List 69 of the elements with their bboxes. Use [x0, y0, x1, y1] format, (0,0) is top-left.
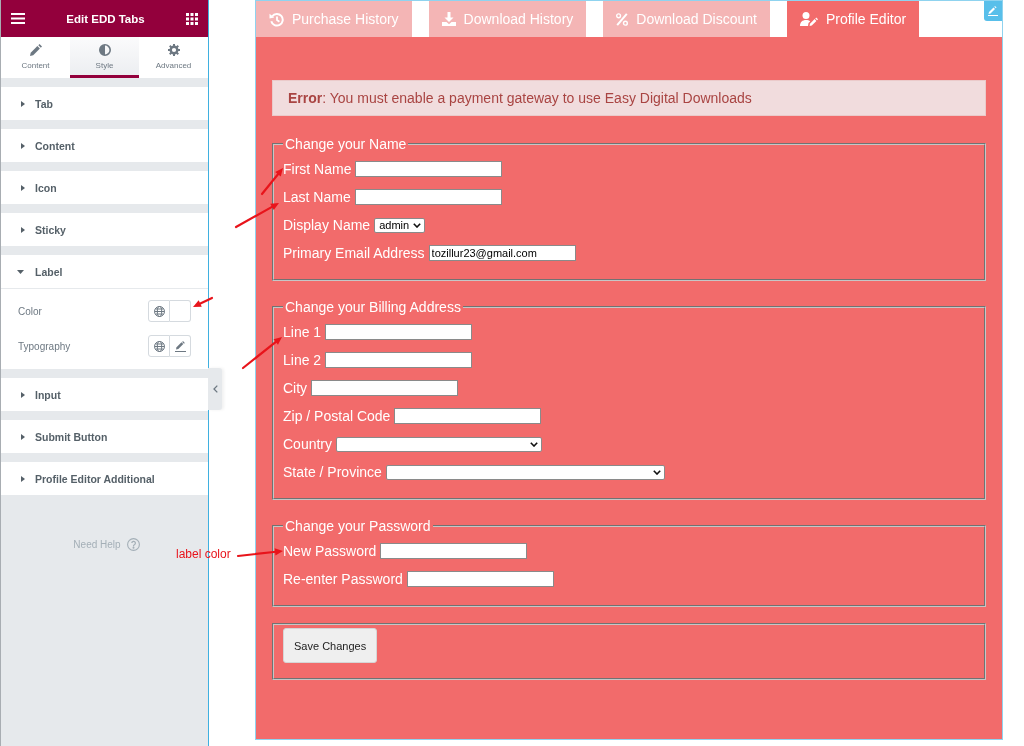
select-field[interactable] — [336, 436, 543, 452]
field-label: Line 1 — [283, 323, 322, 342]
section-header[interactable]: Label — [1, 255, 208, 288]
field-label: Primary Email Address — [283, 244, 425, 263]
input-field[interactable]: tozillur23@gmail.com — [428, 245, 576, 261]
chevron-left-icon — [212, 385, 218, 393]
contrast-icon — [98, 44, 111, 56]
control-label: Color — [18, 305, 42, 317]
annotation-arrow — [191, 296, 214, 309]
section-legend: Change your Billing Address — [283, 297, 463, 317]
select-field[interactable] — [385, 464, 665, 480]
field-label: Country — [283, 435, 333, 454]
global-settings-button[interactable] — [148, 335, 170, 357]
save-button[interactable]: Save Changes — [283, 628, 378, 663]
section-legend: Change your Password — [283, 516, 433, 536]
field-label: Line 2 — [283, 351, 322, 370]
input-field[interactable] — [406, 571, 554, 587]
percent-icon — [616, 12, 629, 26]
grid-icon[interactable] — [186, 12, 198, 25]
global-settings-button[interactable] — [148, 300, 170, 322]
field-label: New Password — [283, 542, 377, 561]
input-field[interactable] — [394, 408, 542, 424]
annotation-arrow — [236, 546, 285, 558]
annotation-arrow — [234, 201, 281, 229]
input-field[interactable] — [325, 352, 473, 368]
chevron-down-icon — [413, 222, 422, 228]
gear-icon — [167, 44, 180, 56]
section-header[interactable]: Icon — [1, 171, 208, 204]
input-field[interactable] — [355, 161, 503, 177]
field-label: Zip / Postal Code — [283, 407, 391, 426]
field-label: Display Name — [283, 216, 371, 235]
field-label: City — [283, 379, 308, 398]
globe-icon — [153, 340, 165, 352]
chevron-down-icon — [530, 441, 539, 447]
section-header[interactable]: Submit Button — [1, 420, 208, 453]
download-icon — [441, 12, 456, 26]
section-header[interactable]: Content — [1, 129, 208, 162]
section-legend: Change your Name — [283, 134, 409, 154]
field-label: Last Name — [283, 188, 351, 207]
panel-tab[interactable]: Style — [70, 37, 139, 78]
user-edit-icon — [799, 12, 818, 26]
section-header[interactable]: Tab — [1, 87, 208, 120]
field-label: State / Province — [283, 463, 382, 482]
pencil-icon — [988, 6, 998, 16]
input-field[interactable] — [380, 543, 528, 559]
history-icon — [269, 11, 284, 27]
control-label: Typography — [18, 340, 71, 352]
chevron-down-icon — [652, 469, 661, 475]
field-label: Re-enter Password — [283, 570, 403, 589]
edit-button[interactable] — [170, 335, 191, 357]
select-field[interactable]: admin — [374, 217, 426, 233]
panel-title: Edit EDD Tabs — [66, 12, 145, 25]
menu-icon[interactable] — [11, 13, 25, 24]
annotation-arrow — [260, 166, 285, 196]
section-header[interactable]: Sticky — [1, 213, 208, 246]
input-field[interactable] — [311, 380, 459, 396]
section-header[interactable]: Input — [1, 378, 208, 411]
input-field[interactable] — [354, 189, 502, 205]
annotation-arrow — [241, 335, 284, 370]
error-notice: Error: You must enable a payment gateway to use Easy Digital Downloads — [272, 80, 986, 116]
help-icon — [126, 538, 140, 551]
input-field[interactable] — [325, 324, 473, 340]
edit-button[interactable] — [984, 1, 1002, 21]
color-picker-button[interactable] — [170, 300, 191, 322]
field-label: First Name — [283, 160, 352, 179]
pencil-icon — [29, 44, 42, 56]
pencil-icon — [174, 340, 186, 352]
section-header[interactable]: Profile Editor Additional — [1, 462, 208, 495]
globe-icon — [153, 305, 165, 317]
